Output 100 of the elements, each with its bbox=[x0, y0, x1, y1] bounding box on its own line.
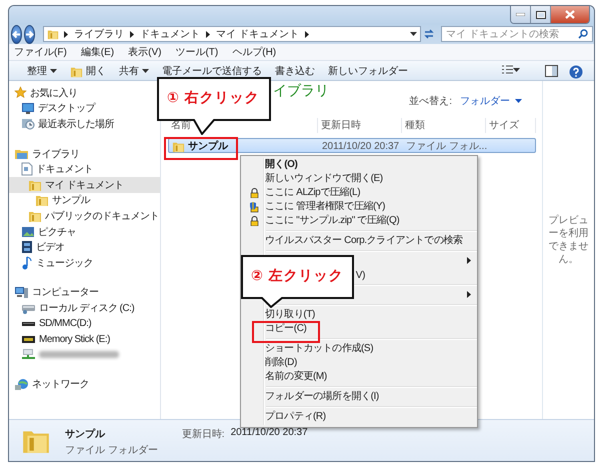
menu-item-label: プロパティ(R) bbox=[264, 411, 326, 423]
modified-label: 更新日時: bbox=[182, 428, 225, 442]
sidebar-item-label: ビデオ bbox=[36, 241, 64, 254]
sidebar-item-label: コンピューター bbox=[32, 286, 98, 300]
minimize-icon bbox=[516, 13, 525, 16]
context-menu-item[interactable]: プロパティ(R) bbox=[241, 410, 477, 424]
close-button[interactable] bbox=[551, 6, 589, 23]
toolbar-menu-button[interactable]: 共有 bbox=[113, 63, 155, 79]
context-menu-item[interactable]: ショートカットの作成(S) bbox=[241, 342, 477, 356]
menu-item-label: 削除(D) bbox=[264, 357, 297, 369]
sidebar-item[interactable]: お気に入り bbox=[9, 85, 160, 101]
maximize-button[interactable] bbox=[531, 6, 551, 23]
sidebar-item[interactable]: コンピューター bbox=[9, 284, 160, 300]
menu-item-label: ショートカットの作成(S) bbox=[264, 343, 374, 355]
sidebar-item[interactable]: Memory Stick (E:) bbox=[9, 331, 160, 347]
sidebar-item[interactable]: サンプル bbox=[9, 192, 160, 208]
callout-text: ① 右クリック bbox=[167, 89, 260, 107]
toolbar-menu-button[interactable]: 整理 bbox=[21, 63, 63, 79]
menu-item[interactable]: 編集(E) bbox=[80, 45, 116, 59]
desktop-icon bbox=[21, 102, 35, 114]
document-icon bbox=[21, 162, 33, 176]
sidebar-item-label: ネットワーク bbox=[32, 378, 89, 392]
menu-item[interactable]: ファイル(F) bbox=[13, 45, 68, 59]
table-cell-text: ファイル フォル... bbox=[405, 140, 487, 153]
sidebar-item[interactable]: ドキュメント bbox=[9, 161, 160, 177]
sidebar-item[interactable]: 最近表示した場所 bbox=[9, 116, 160, 132]
sidebar-item[interactable]: SD/MMC(D:) bbox=[9, 316, 160, 332]
sidebar-item[interactable]: ミュージック bbox=[9, 254, 160, 271]
left-arrow-icon bbox=[12, 30, 21, 38]
menu-item-label: フォルダーの場所を開く(I) bbox=[264, 391, 379, 403]
menu-item-label: 開く(O) bbox=[264, 159, 298, 171]
breadcrumb[interactable]: ドキュメント bbox=[139, 27, 201, 41]
breadcrumb-arrow-icon bbox=[304, 30, 309, 38]
drive-icon bbox=[21, 334, 36, 345]
sidebar-item[interactable]: ビデオ bbox=[9, 239, 160, 255]
menu-item-label: V) bbox=[356, 270, 365, 280]
address-field[interactable]: ライブラリ ドキュメント マイ ドキュメント bbox=[43, 26, 421, 42]
breadcrumb-arrow-icon bbox=[206, 30, 210, 38]
context-menu-item[interactable]: ここに "サンプル.zip" で圧縮(Q) bbox=[241, 214, 477, 228]
network-icon bbox=[14, 378, 29, 391]
library-title: イブラリ bbox=[273, 82, 329, 100]
menu-item-label: ここに "サンプル.zip" で圧縮(Q) bbox=[264, 215, 400, 227]
breadcrumb[interactable]: ライブラリ bbox=[73, 27, 125, 41]
sidebar-item[interactable]: ピクチャ bbox=[9, 224, 160, 240]
sidebar-item-label: ライブラリ bbox=[32, 148, 80, 161]
context-menu-item[interactable]: ここに ALZipで圧縮(L) bbox=[241, 186, 477, 200]
submenu-arrow-icon bbox=[467, 290, 471, 298]
context-menu-item[interactable]: 切り取り(T) bbox=[241, 308, 477, 322]
context-menu-item[interactable]: 名前の変更(M) bbox=[241, 370, 477, 384]
sidebar-item[interactable]: ライブラリ bbox=[9, 146, 160, 162]
sidebar-item-label: お気に入り bbox=[30, 86, 78, 100]
menu-item[interactable]: ヘルプ(H) bbox=[231, 45, 278, 59]
context-menu-item[interactable]: 削除(D) bbox=[241, 356, 477, 370]
caret-icon bbox=[50, 69, 57, 73]
column-header[interactable]: 種類 bbox=[402, 118, 486, 133]
sort-dropdown[interactable]: フォルダー bbox=[460, 94, 522, 108]
sidebar-item-label: Memory Stick (E:) bbox=[39, 334, 110, 345]
context-menu-item[interactable]: 開く(O) bbox=[241, 158, 477, 172]
caret-icon bbox=[142, 69, 149, 73]
film-icon bbox=[21, 240, 33, 254]
table-cell-text: 2011/10/20 20:37 bbox=[321, 140, 400, 152]
open-button[interactable]: 開く bbox=[64, 63, 112, 79]
forward-button[interactable] bbox=[24, 24, 35, 44]
menu-item-label: 切り取り(T) bbox=[264, 309, 315, 321]
context-menu-item[interactable]: 新しいウィンドウで開く(E) bbox=[241, 172, 477, 186]
sidebar-item[interactable]: デスクトップ bbox=[9, 100, 160, 116]
file-row[interactable]: サンプル 2011/10/20 20:37 ファイル フォル... bbox=[168, 138, 536, 153]
toolbar-button[interactable]: 新しいフォルダー bbox=[322, 63, 414, 79]
sidebar-item-label: デスクトップ bbox=[38, 102, 95, 116]
menu-item[interactable]: 表示(V) bbox=[127, 45, 162, 59]
sidebar-item-label: ミュージック bbox=[36, 256, 93, 270]
back-button[interactable] bbox=[11, 24, 22, 44]
menu-item-label: ここに 管理者権限で圧縮(Y) bbox=[264, 201, 386, 213]
context-menu-item[interactable]: ここに 管理者権限で圧縮(Y) bbox=[241, 200, 477, 214]
breadcrumb[interactable]: マイ ドキュメント bbox=[215, 27, 300, 41]
context-menu-item[interactable]: コピー(C) bbox=[241, 322, 477, 336]
context-menu-item[interactable]: ウイルスバスター Corp.クライアントでの検索 bbox=[241, 234, 477, 248]
sidebar-item[interactable]: ローカル ディスク (C:) bbox=[9, 300, 160, 316]
address-caret-icon bbox=[410, 32, 417, 36]
sidebar-item[interactable]: パブリックのドキュメント bbox=[9, 208, 160, 224]
item-name: サンプル bbox=[65, 427, 106, 441]
sidebar-item[interactable]: マイ ドキュメント bbox=[9, 176, 160, 193]
menu-item[interactable]: ツール(T) bbox=[174, 45, 220, 59]
column-header[interactable]: サイズ bbox=[486, 118, 536, 133]
search-field[interactable]: マイ ドキュメントの検索 bbox=[441, 26, 593, 42]
toolbar-button[interactable]: 書き込む bbox=[269, 63, 321, 79]
caret-icon bbox=[513, 68, 520, 72]
list-view-icon bbox=[502, 65, 513, 74]
highlight-frame bbox=[252, 321, 320, 343]
sidebar-item[interactable]: ネットワーク bbox=[9, 376, 160, 392]
toolbar-button[interactable]: 電子メールで送信する bbox=[156, 63, 268, 79]
menu-item-label: コピー(C) bbox=[264, 323, 306, 335]
sort-label: 並べ替え: bbox=[409, 94, 452, 108]
picture-icon bbox=[21, 226, 35, 238]
preview-message: プレビューを利用できません。 bbox=[548, 214, 590, 266]
context-menu-item[interactable]: フォルダーの場所を開く(I) bbox=[241, 390, 477, 404]
sidebar-item-label: ローカル ディスク (C:) bbox=[39, 302, 134, 315]
file-name: サンプル bbox=[188, 139, 228, 153]
column-header[interactable]: 更新日時 bbox=[318, 118, 402, 133]
sidebar-item-label: ピクチャ bbox=[38, 226, 76, 239]
